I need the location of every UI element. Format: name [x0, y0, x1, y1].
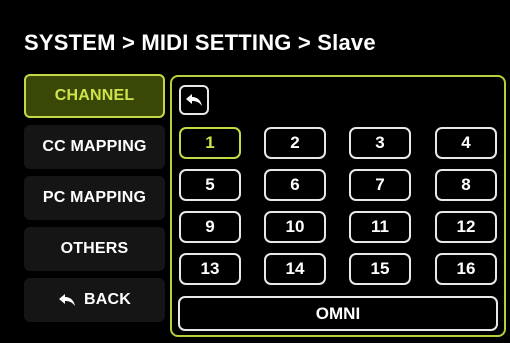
channel-button-5[interactable]: 5: [179, 169, 241, 201]
undo-arrow-icon: [186, 94, 202, 106]
channel-button-8[interactable]: 8: [435, 169, 497, 201]
sidebar-item-channel[interactable]: CHANNEL: [24, 74, 165, 118]
channel-button-2[interactable]: 2: [264, 127, 326, 159]
breadcrumb: SYSTEM > MIDI SETTING > Slave: [24, 30, 376, 55]
channel-button-16[interactable]: 16: [435, 253, 497, 285]
channel-button-15[interactable]: 15: [349, 253, 411, 285]
channel-button-7[interactable]: 7: [349, 169, 411, 201]
channel-button-4[interactable]: 4: [435, 127, 497, 159]
sidebar-item-pc-mapping[interactable]: PC MAPPING: [24, 176, 165, 220]
channel-button-6[interactable]: 6: [264, 169, 326, 201]
omni-button[interactable]: OMNI: [178, 296, 498, 331]
channel-button-9[interactable]: 9: [179, 211, 241, 243]
channel-button-12[interactable]: 12: [435, 211, 497, 243]
channel-button-14[interactable]: 14: [264, 253, 326, 285]
channel-button-3[interactable]: 3: [349, 127, 411, 159]
back-button[interactable]: BACK: [24, 278, 165, 322]
back-label: BACK: [83, 291, 132, 308]
channel-button-11[interactable]: 11: [349, 211, 411, 243]
channel-button-13[interactable]: 13: [179, 253, 241, 285]
channel-button-1[interactable]: 1: [179, 127, 241, 159]
sidebar-item-others[interactable]: OTHERS: [24, 227, 165, 271]
undo-button[interactable]: [179, 85, 209, 115]
back-arrow-icon: [58, 294, 75, 306]
sidebar-item-cc-mapping[interactable]: CC MAPPING: [24, 125, 165, 169]
channel-button-10[interactable]: 10: [264, 211, 326, 243]
